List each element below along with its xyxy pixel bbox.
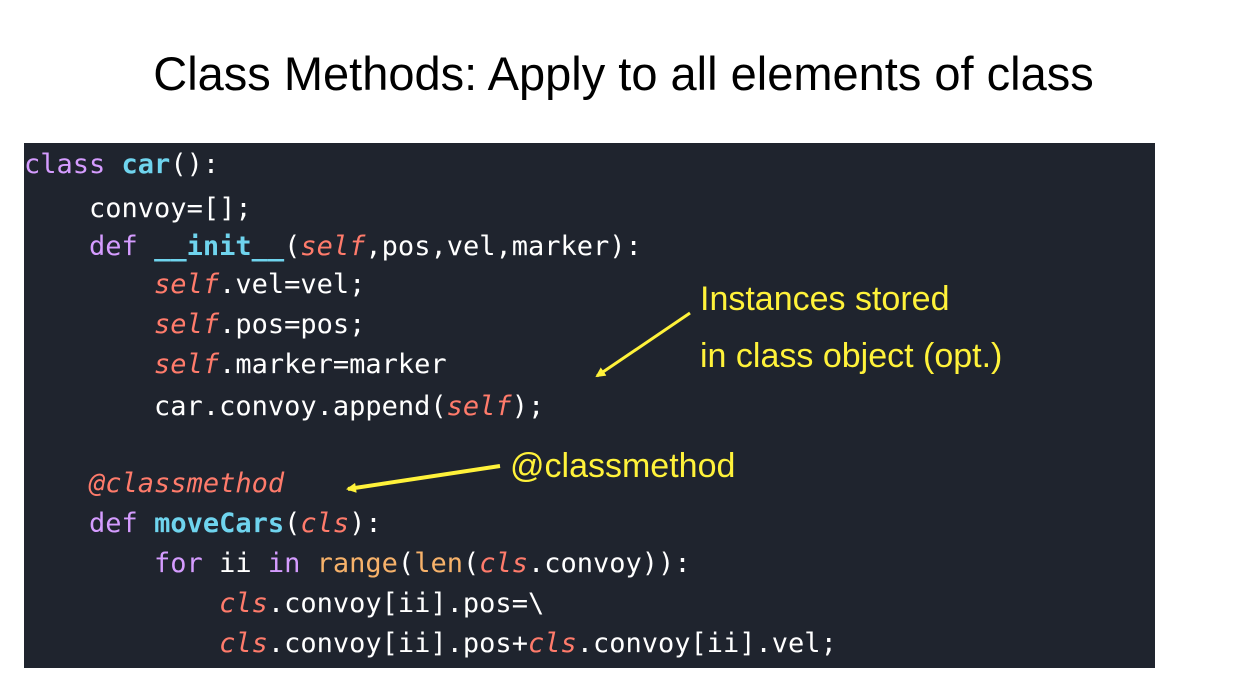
code-line-12: cls.convoy[ii].pos+cls.convoy[ii].vel; [24, 628, 837, 660]
keyword: class [24, 149, 106, 180]
cls-keyword: cls [219, 588, 268, 619]
self-keyword: self [154, 349, 220, 380]
code-text: .marker=marker [219, 349, 447, 380]
code-line-4: self.vel=vel; [24, 269, 365, 301]
annotation-classmethod: @classmethod [510, 447, 736, 485]
code-text: .convoy[ii].vel; [576, 628, 837, 659]
function-name: __init__ [154, 231, 285, 262]
code-text: ); [511, 391, 545, 422]
self-keyword: self [154, 309, 220, 340]
cls-keyword: cls [479, 548, 529, 579]
code-panel: class car(): convoy=[]; def __init__(sel… [24, 143, 1155, 668]
annotation-instances-line1: Instances stored [700, 280, 950, 318]
code-text: ( [397, 548, 415, 579]
code-text: convoy=[]; [89, 193, 252, 224]
self-keyword: self [154, 269, 220, 300]
code-line-5: self.pos=pos; [24, 309, 365, 341]
code-line-1: class car(): [24, 149, 219, 181]
builtin: range [316, 548, 398, 579]
keyword: def [89, 231, 138, 262]
code-text: ii [202, 548, 268, 579]
code-line-10: for ii in range(len(cls.convoy)): [24, 548, 691, 580]
code-text: ( [284, 231, 301, 262]
self-keyword: self [446, 391, 512, 422]
code-line-11: cls.convoy[ii].pos=\ [24, 588, 544, 620]
decorator: @classmethod [89, 468, 285, 499]
code-text: ): [349, 508, 382, 539]
code-text: (): [170, 149, 220, 180]
code-line-8: @classmethod [24, 468, 284, 500]
slide-title: Class Methods: Apply to all elements of … [153, 47, 1094, 100]
code-text: ( [284, 508, 301, 539]
code-text: ( [462, 548, 480, 579]
code-text: .convoy[ii].pos+ [267, 628, 528, 659]
code-line-6: self.marker=marker [24, 349, 447, 381]
function-name: moveCars [154, 508, 285, 539]
builtin: len [414, 548, 463, 579]
keyword: for [154, 548, 203, 579]
code-text: car.convoy.append( [154, 391, 447, 422]
keyword: in [267, 548, 301, 579]
code-text: .vel=vel; [219, 269, 366, 300]
code-text: .pos=pos; [219, 309, 366, 340]
self-keyword: self [300, 231, 366, 262]
cls-keyword: cls [219, 628, 268, 659]
code-text: .convoy[ii].pos=\ [267, 588, 545, 619]
code-line-2: convoy=[]; [24, 193, 252, 225]
cls-keyword: cls [527, 628, 577, 659]
code-line-3: def __init__(self,pos,vel,marker): [24, 231, 642, 263]
code-text: ,pos,vel,marker): [365, 231, 642, 262]
keyword: def [89, 508, 138, 539]
code-line-7: car.convoy.append(self); [24, 391, 544, 423]
class-name: car [121, 149, 171, 180]
annotation-instances-line2: in class object (opt.) [700, 337, 1003, 375]
code-line-9: def moveCars(cls): [24, 508, 382, 540]
code-text: .convoy)): [528, 548, 691, 579]
cls-keyword: cls [300, 508, 350, 539]
